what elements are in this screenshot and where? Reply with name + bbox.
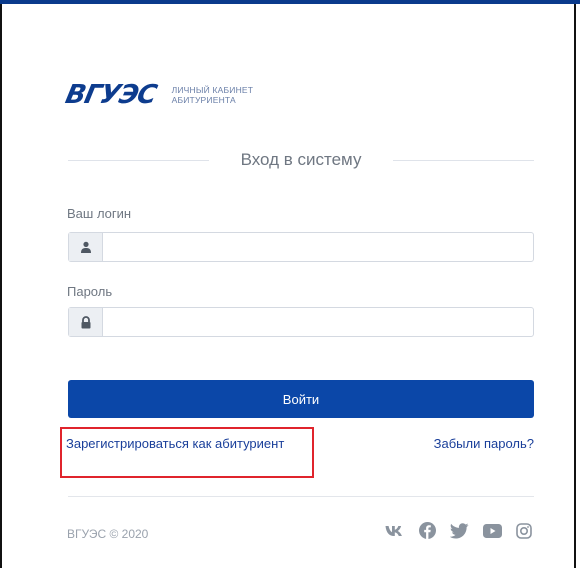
password-label: Пароль bbox=[67, 284, 113, 299]
logo-subtitle: ЛИЧНЫЙ КАБИНЕТ АБИТУРИЕНТА bbox=[172, 85, 254, 105]
forgot-password-link[interactable]: Забыли пароль? bbox=[434, 436, 534, 451]
twitter-icon[interactable] bbox=[450, 522, 469, 539]
top-accent-bar bbox=[0, 0, 580, 4]
register-highlight-box bbox=[60, 427, 314, 478]
form-title: Вход в систему bbox=[240, 150, 362, 169]
password-input[interactable] bbox=[103, 308, 533, 336]
social-links bbox=[385, 522, 532, 539]
login-input-group bbox=[68, 232, 534, 262]
logo: ВГУЭС ЛИЧНЫЙ КАБИНЕТ АБИТУРИЕНТА bbox=[62, 80, 254, 110]
facebook-icon[interactable] bbox=[419, 522, 436, 539]
title-divider-left bbox=[68, 159, 209, 161]
logo-mark: ВГУЭС bbox=[62, 80, 159, 110]
footer-divider bbox=[68, 496, 534, 497]
copyright-text: ВГУЭС © 2020 bbox=[67, 527, 149, 541]
form-title-row: Вход в систему bbox=[68, 148, 535, 172]
password-input-group bbox=[68, 307, 534, 337]
youtube-icon[interactable] bbox=[483, 523, 502, 538]
lock-icon bbox=[69, 308, 103, 336]
logo-subtitle-line1: ЛИЧНЫЙ КАБИНЕТ bbox=[171, 85, 254, 95]
login-input[interactable] bbox=[103, 233, 533, 261]
login-label: Ваш логин bbox=[67, 206, 132, 221]
title-divider-right bbox=[393, 159, 535, 161]
vk-icon[interactable] bbox=[385, 525, 405, 537]
logo-subtitle-line2: АБИТУРИЕНТА bbox=[171, 95, 236, 105]
login-button[interactable]: Войти bbox=[68, 380, 534, 418]
instagram-icon[interactable] bbox=[516, 522, 532, 539]
user-icon bbox=[69, 233, 103, 261]
